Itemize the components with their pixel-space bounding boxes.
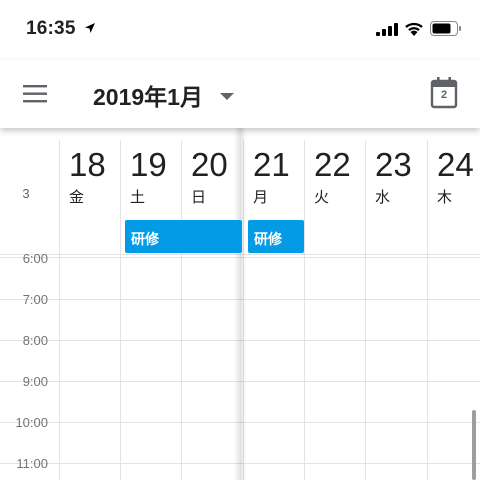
column-divider: [304, 140, 305, 480]
time-label: 11:00: [16, 456, 48, 471]
day-weekday: 火: [314, 189, 330, 206]
month-title[interactable]: 2019年1月: [93, 78, 203, 112]
app-bar: 2019年1月 2: [0, 60, 480, 128]
time-label: 10:00: [15, 415, 48, 430]
week-number: 3: [22, 186, 30, 201]
day-number: 22: [314, 146, 351, 183]
day-weekday: 金: [69, 189, 85, 206]
event-chip[interactable]: 研修: [125, 220, 242, 253]
location-arrow-icon: [84, 21, 96, 39]
day-weekday: 日: [191, 189, 207, 206]
day-number: 18: [69, 146, 106, 183]
day-number: 23: [375, 146, 412, 183]
time-label: 6:00: [22, 251, 48, 266]
column-divider: [181, 140, 182, 480]
battery-icon: [430, 21, 462, 41]
cellular-signal-icon: [376, 23, 398, 41]
day-header[interactable]: 18 金: [59, 128, 120, 254]
day-weekday: 土: [130, 189, 146, 206]
column-divider: [120, 140, 121, 480]
day-number: 20: [191, 146, 228, 183]
today-button[interactable]: 2: [430, 77, 460, 109]
status-bar: 16:35: [0, 0, 480, 60]
page-fold-shadow: [240, 128, 246, 480]
today-date-number: 2: [440, 89, 448, 101]
time-label: 7:00: [22, 292, 48, 307]
column-divider: [365, 140, 366, 480]
day-number: 19: [130, 146, 167, 183]
event-chip[interactable]: 研修: [248, 220, 304, 253]
day-weekday: 月: [253, 189, 269, 206]
day-weekday: 木: [437, 189, 453, 206]
caret-down-icon[interactable]: [220, 88, 234, 106]
day-weekday: 水: [375, 189, 391, 206]
scrollbar[interactable]: [472, 410, 476, 480]
menu-icon[interactable]: [20, 80, 52, 108]
day-header[interactable]: 22 火: [304, 128, 365, 254]
time-label: 8:00: [22, 333, 48, 348]
day-header[interactable]: 23 水: [365, 128, 426, 254]
column-divider: [59, 140, 60, 480]
day-number: 21: [253, 146, 290, 183]
time-label: 9:00: [22, 374, 48, 389]
day-number: 24: [437, 146, 474, 183]
status-time: 16:35: [26, 18, 76, 39]
column-divider: [427, 140, 428, 480]
wifi-icon: [404, 21, 424, 41]
day-header[interactable]: 24 木: [427, 128, 480, 254]
